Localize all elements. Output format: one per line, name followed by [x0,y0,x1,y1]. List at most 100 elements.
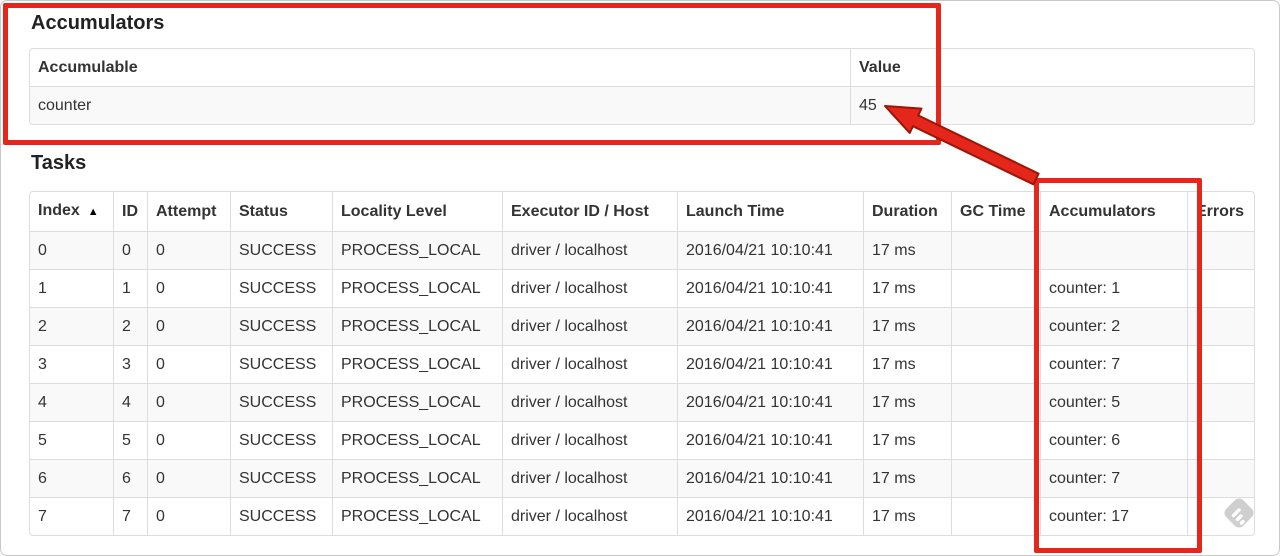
cell-index: 4 [30,383,113,421]
cell-index: 2 [30,307,113,345]
column-header-accumulable[interactable]: Accumulable [30,49,850,86]
cell-locality: PROCESS_LOCAL [332,345,502,383]
cell-index: 3 [30,345,113,383]
cell-attempt: 0 [147,231,230,269]
cell-errors [1187,269,1254,307]
cell-index: 7 [30,497,113,535]
cell-accumulators: counter: 7 [1040,345,1187,383]
cell-executor: driver / localhost [502,269,677,307]
cell-gc_time [951,383,1040,421]
cell-locality: PROCESS_LOCAL [332,307,502,345]
column-header-index-label: Index [38,202,80,219]
tasks-header-row: Index ▲ ID Attempt Status Locality Level … [30,192,1254,231]
cell-locality: PROCESS_LOCAL [332,497,502,535]
cell-launch_time: 2016/04/21 10:10:41 [677,231,863,269]
cell-index: 5 [30,421,113,459]
table-row: 2 2 0 SUCCESS PROCESS_LOCAL driver / localhos… [30,307,1254,345]
cell-index: 6 [30,459,113,497]
cell-status: SUCCESS [230,383,332,421]
column-header-duration[interactable]: Duration [863,192,951,231]
column-header-locality-level[interactable]: Locality Level [332,192,502,231]
cell-locality: PROCESS_LOCAL [332,421,502,459]
cell-id: 2 [113,307,147,345]
accumulators-header-row: Accumulable Value [30,49,1254,86]
column-header-errors[interactable]: Errors [1187,192,1254,231]
cell-errors [1187,383,1254,421]
accumulators-section-title: Accumulators [31,12,165,34]
column-header-attempt[interactable]: Attempt [147,192,230,231]
table-row: 4 4 0 SUCCESS PROCESS_LOCAL driver / localhos… [30,383,1254,421]
cell-launch_time: 2016/04/21 10:10:41 [677,459,863,497]
cell-attempt: 0 [147,459,230,497]
cell-launch_time: 2016/04/21 10:10:41 [677,269,863,307]
cell-id: 3 [113,345,147,383]
sort-ascending-icon: ▲ [87,206,99,218]
cell-executor: driver / localhost [502,421,677,459]
cell-accumulators: counter: 2 [1040,307,1187,345]
cell-errors [1187,231,1254,269]
cell-launch_time: 2016/04/21 10:10:41 [677,421,863,459]
cell-executor: driver / localhost [502,497,677,535]
cell-locality: PROCESS_LOCAL [332,459,502,497]
cell-executor: driver / localhost [502,231,677,269]
cell-gc_time [951,497,1040,535]
cell-accumulable: counter [30,86,850,124]
cell-status: SUCCESS [230,459,332,497]
cell-id: 5 [113,421,147,459]
cell-attempt: 0 [147,345,230,383]
cell-id: 6 [113,459,147,497]
cell-errors [1187,307,1254,345]
column-header-index[interactable]: Index ▲ [30,192,113,231]
cell-attempt: 0 [147,307,230,345]
cell-duration: 17 ms [863,307,951,345]
table-row: 3 3 0 SUCCESS PROCESS_LOCAL driver / localhos… [30,345,1254,383]
table-row: 1 1 0 SUCCESS PROCESS_LOCAL driver / localhos… [30,269,1254,307]
cell-executor: driver / localhost [502,345,677,383]
cell-launch_time: 2016/04/21 10:10:41 [677,497,863,535]
cell-status: SUCCESS [230,269,332,307]
cell-id: 4 [113,383,147,421]
cell-index: 1 [30,269,113,307]
cell-value: 45 [850,86,1254,124]
table-row: 5 5 0 SUCCESS PROCESS_LOCAL driver / localhos… [30,421,1254,459]
cell-gc_time [951,269,1040,307]
column-header-gc-time[interactable]: GC Time [951,192,1040,231]
cell-errors [1187,459,1254,497]
cell-id: 1 [113,269,147,307]
spark-stage-page: Accumulators Accumulable Value counter 45… [0,0,1280,556]
cell-gc_time [951,307,1040,345]
cell-launch_time: 2016/04/21 10:10:41 [677,383,863,421]
cell-status: SUCCESS [230,421,332,459]
cell-accumulators: counter: 7 [1040,459,1187,497]
cell-errors [1187,421,1254,459]
cell-index: 0 [30,231,113,269]
column-header-executor-id-host[interactable]: Executor ID / Host [502,192,677,231]
tasks-section-title: Tasks [31,152,87,174]
cell-executor: driver / localhost [502,307,677,345]
cell-attempt: 0 [147,269,230,307]
column-header-accumulators[interactable]: Accumulators [1040,192,1187,231]
cell-status: SUCCESS [230,497,332,535]
table-row: 0 0 0 SUCCESS PROCESS_LOCAL driver / localhos… [30,231,1254,269]
cell-accumulators: counter: 6 [1040,421,1187,459]
cell-attempt: 0 [147,421,230,459]
cell-errors [1187,497,1254,535]
tasks-table: Index ▲ ID Attempt Status Locality Level … [29,191,1255,536]
cell-accumulators [1040,231,1187,269]
cell-duration: 17 ms [863,231,951,269]
column-header-launch-time[interactable]: Launch Time [677,192,863,231]
cell-duration: 17 ms [863,459,951,497]
cell-locality: PROCESS_LOCAL [332,269,502,307]
cell-executor: driver / localhost [502,459,677,497]
accumulators-table: Accumulable Value counter 45 [29,48,1255,125]
cell-id: 7 [113,497,147,535]
column-header-value[interactable]: Value [850,49,1254,86]
table-row: 7 7 0 SUCCESS PROCESS_LOCAL driver / localhos… [30,497,1254,535]
cell-locality: PROCESS_LOCAL [332,383,502,421]
cell-gc_time [951,459,1040,497]
cell-duration: 17 ms [863,345,951,383]
cell-duration: 17 ms [863,497,951,535]
column-header-status[interactable]: Status [230,192,332,231]
cell-gc_time [951,345,1040,383]
column-header-id[interactable]: ID [113,192,147,231]
